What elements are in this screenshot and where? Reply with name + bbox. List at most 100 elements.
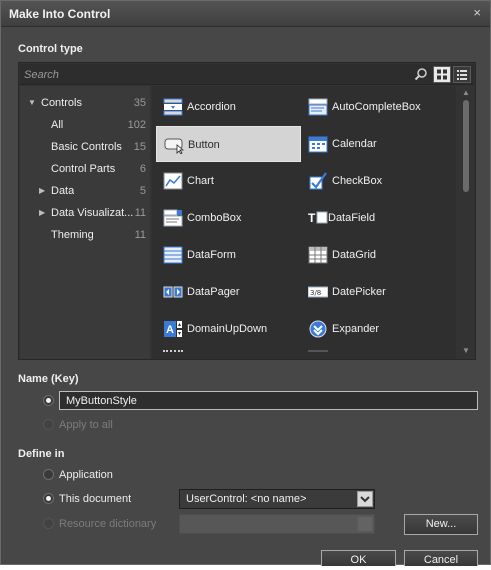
dataform-icon	[163, 246, 183, 264]
cancel-button[interactable]: Cancel	[404, 550, 478, 566]
control-item-label: Calendar	[332, 138, 377, 150]
scroll-up-icon[interactable]: ▲	[462, 88, 470, 97]
control-item-label: DomainUpDown	[187, 323, 268, 335]
control-grid: Accordion AutoCompleteBox Button Calenda…	[152, 86, 456, 359]
name-key-input[interactable]	[59, 391, 478, 410]
chevron-down-icon	[357, 516, 373, 532]
expander-icon	[309, 320, 327, 338]
tree-item-count: 35	[133, 97, 146, 109]
datapager-icon	[163, 286, 183, 298]
tree-item-label: Basic Controls	[51, 141, 122, 153]
scroll-down-icon[interactable]: ▼	[462, 346, 470, 355]
define-in-label: Define in	[18, 448, 65, 460]
control-item-datagrid[interactable]: DataGrid	[301, 237, 446, 273]
tree-item-count: 6	[139, 163, 146, 175]
tree-item-label: All	[51, 119, 64, 131]
datepicker-icon: 3/8	[308, 286, 328, 298]
control-picker: ▼ Controls 35 All 102 Basic Controls 15 …	[18, 62, 476, 360]
tree-item-count: 102	[127, 119, 146, 131]
control-item-label: Expander	[332, 323, 380, 335]
tree-item-controls[interactable]: ▼ Controls 35	[20, 94, 150, 114]
control-item-domainupdown[interactable]: A DomainUpDown	[156, 311, 301, 347]
resource-dictionary-label: Resource dictionary	[59, 518, 157, 530]
tree-item-all[interactable]: All 102	[20, 116, 150, 136]
tree-item-label: Data Visualizat...	[51, 207, 134, 219]
control-item-datafield[interactable]: T DataField	[301, 200, 446, 236]
category-tree: ▼ Controls 35 All 102 Basic Controls 15 …	[20, 86, 150, 359]
control-item-chart[interactable]: Chart	[156, 163, 301, 199]
grid-view-icon[interactable]	[433, 66, 451, 83]
control-item-combobox[interactable]: ComboBox	[156, 200, 301, 236]
datagrid-icon	[308, 246, 328, 264]
control-item-label: DataPager	[187, 286, 240, 298]
chevron-right-icon[interactable]: ▶	[39, 186, 45, 195]
tree-item-count: 11	[134, 207, 146, 219]
svg-text:3/8: 3/8	[310, 289, 321, 297]
tree-item-theming[interactable]: Theming 11	[20, 226, 150, 246]
apply-to-all-label: Apply to all	[59, 419, 113, 431]
close-icon[interactable]: ×	[473, 6, 481, 20]
document-select-value: UserControl: <no name>	[186, 493, 307, 505]
accordion-icon	[163, 98, 183, 116]
checkbox-icon	[309, 172, 327, 190]
tree-item-control-parts[interactable]: Control Parts 6	[20, 160, 150, 180]
apply-to-all-radio[interactable]	[43, 419, 54, 430]
this-document-label: This document	[59, 493, 132, 505]
datafield-icon: T	[308, 211, 328, 225]
chevron-down-icon[interactable]	[357, 491, 373, 507]
control-item-checkbox[interactable]: CheckBox	[301, 163, 446, 199]
scrollbar-thumb[interactable]	[463, 100, 469, 192]
control-item-label: Chart	[187, 175, 214, 187]
make-into-control-dialog: Make Into Control × Control type Search …	[0, 0, 491, 566]
control-item-label: DataGrid	[332, 249, 377, 261]
control-item-datepicker[interactable]: 3/8 DatePicker	[301, 274, 446, 310]
tree-item-data[interactable]: ▶ Data 5	[20, 182, 150, 202]
tree-item-basic-controls[interactable]: Basic Controls 15	[20, 138, 150, 158]
control-item-button[interactable]: Button	[156, 126, 301, 162]
name-key-label: Name (Key)	[18, 373, 79, 385]
control-item-accordion[interactable]: Accordion	[156, 89, 301, 125]
tree-item-label: Theming	[51, 229, 94, 241]
control-item-expander[interactable]: Expander	[301, 311, 446, 347]
this-document-radio[interactable]	[43, 493, 54, 504]
control-item-label: DatePicker	[332, 286, 386, 298]
tree-item-data-visualization[interactable]: ▶ Data Visualizat... 11	[20, 204, 150, 224]
control-item-label: Accordion	[187, 101, 236, 113]
tree-item-label: Control Parts	[51, 163, 116, 175]
control-item-datapager[interactable]: DataPager	[156, 274, 301, 310]
search-bar	[20, 64, 474, 85]
control-item-dataform[interactable]: DataForm	[156, 237, 301, 273]
partial-next-item-icon	[163, 350, 183, 359]
tree-item-count: 11	[134, 229, 146, 241]
control-item-label: CheckBox	[332, 175, 383, 187]
vertical-scrollbar[interactable]: ▲ ▼	[459, 86, 473, 359]
resource-dictionary-select[interactable]	[179, 514, 375, 534]
partial-next-item-icon	[308, 350, 328, 359]
new-button[interactable]: New...	[404, 514, 478, 535]
control-item-label: ComboBox	[187, 212, 242, 224]
control-item-label: Button	[188, 139, 220, 151]
search-icon[interactable]	[414, 67, 428, 81]
search-input[interactable]	[22, 66, 428, 83]
svg-text:T: T	[308, 211, 316, 225]
name-radio[interactable]	[43, 395, 54, 406]
svg-text:A: A	[166, 324, 174, 336]
control-item-label: DataField	[328, 212, 376, 224]
document-select[interactable]: UserControl: <no name>	[179, 489, 375, 509]
control-item-label: DataForm	[187, 249, 236, 261]
control-item-label: AutoCompleteBox	[332, 101, 421, 113]
resource-dictionary-radio[interactable]	[43, 518, 54, 529]
tree-item-count: 15	[133, 141, 146, 153]
control-item-autocompletebox[interactable]: AutoCompleteBox	[301, 89, 446, 125]
chevron-right-icon[interactable]: ▶	[39, 208, 45, 217]
title-bar: Make Into Control ×	[1, 1, 490, 27]
tree-item-count: 5	[139, 185, 146, 197]
domainupdown-icon: A	[164, 321, 182, 337]
tree-item-label: Controls	[41, 97, 82, 109]
application-radio[interactable]	[43, 469, 54, 480]
chevron-down-icon[interactable]: ▼	[28, 98, 36, 107]
control-item-calendar[interactable]: Calendar	[301, 126, 446, 162]
calendar-icon	[308, 136, 328, 153]
ok-button[interactable]: OK	[321, 550, 396, 566]
list-view-icon[interactable]	[453, 66, 471, 83]
